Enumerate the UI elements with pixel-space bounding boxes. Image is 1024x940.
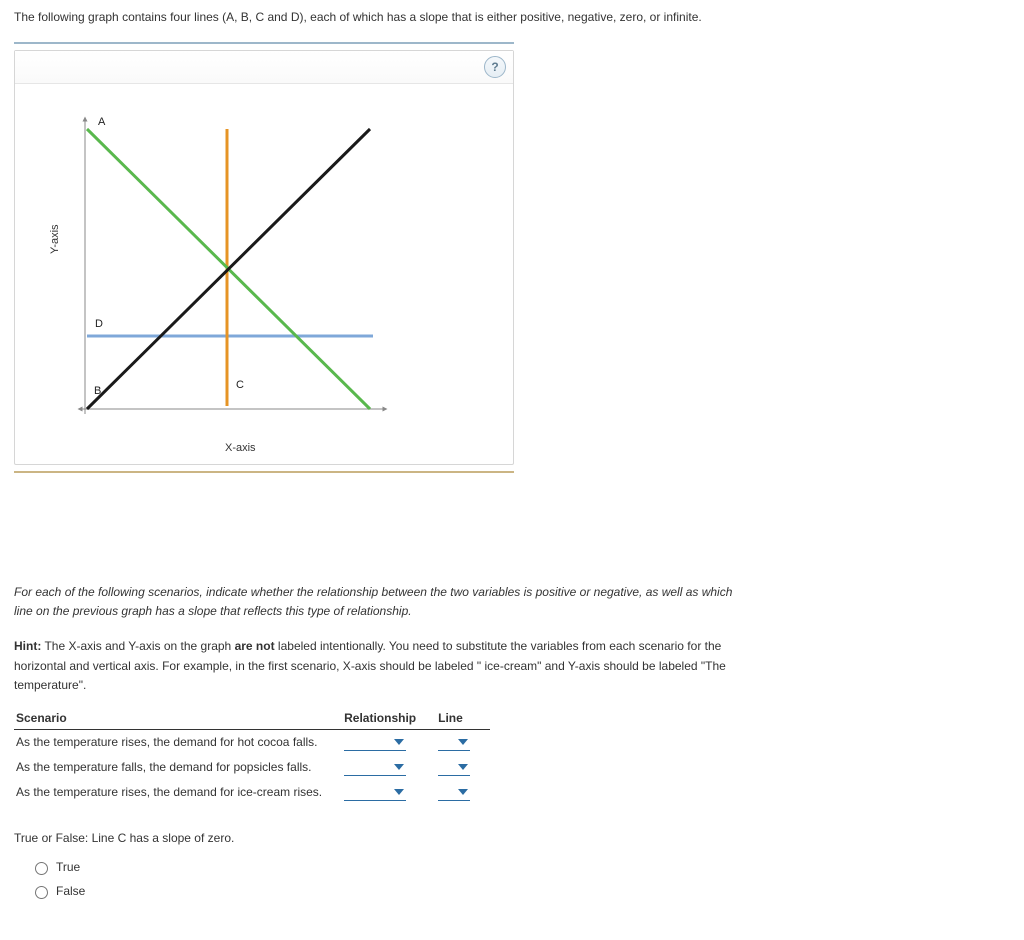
hint-label: Hint: [14, 639, 41, 653]
hint-paragraph: Hint: The X-axis and Y-axis on the graph… [14, 637, 734, 695]
separator-bottom [14, 471, 514, 473]
caret-down-icon [394, 789, 404, 795]
hint-text-1: The X-axis and Y-axis on the graph [41, 639, 234, 653]
graph-panel-header: ? [15, 51, 513, 84]
scenario-cell: As the temperature rises, the demand for… [14, 780, 342, 805]
caret-down-icon [458, 739, 468, 745]
separator-top [14, 42, 514, 44]
col-scenario: Scenario [14, 707, 342, 730]
help-button[interactable]: ? [484, 56, 506, 78]
relationship-dropdown[interactable] [344, 759, 406, 776]
true-label: True [56, 860, 80, 874]
table-row: As the temperature rises, the demand for… [14, 780, 490, 805]
true-option[interactable]: True [30, 859, 734, 875]
caret-down-icon [394, 739, 404, 745]
scenario-cell: As the temperature falls, the demand for… [14, 755, 342, 780]
radio-false[interactable] [35, 886, 48, 899]
intro-text: The following graph contains four lines … [14, 10, 1010, 24]
graph-svg [15, 84, 515, 464]
caret-down-icon [394, 764, 404, 770]
line-dropdown[interactable] [438, 734, 470, 751]
radio-true[interactable] [35, 862, 48, 875]
graph-area: Y-axis X-axis A B C D [15, 84, 513, 464]
false-label: False [56, 884, 85, 898]
line-dropdown[interactable] [438, 759, 470, 776]
relationship-dropdown[interactable] [344, 784, 406, 801]
help-icon: ? [491, 60, 498, 74]
col-line: Line [436, 707, 490, 730]
graph-panel: ? Y-axis X-axis A B C D [14, 50, 514, 465]
scenario-prompt: For each of the following scenarios, ind… [14, 583, 734, 621]
hint-bold: are not [235, 639, 275, 653]
caret-down-icon [458, 789, 468, 795]
true-false-question: True or False: Line C has a slope of zer… [14, 831, 734, 845]
table-row: As the temperature falls, the demand for… [14, 755, 490, 780]
caret-down-icon [458, 764, 468, 770]
line-dropdown[interactable] [438, 784, 470, 801]
table-row: As the temperature rises, the demand for… [14, 729, 490, 755]
scenario-cell: As the temperature rises, the demand for… [14, 729, 342, 755]
false-option[interactable]: False [30, 883, 734, 899]
relationship-dropdown[interactable] [344, 734, 406, 751]
col-relationship: Relationship [342, 707, 436, 730]
scenario-table: Scenario Relationship Line As the temper… [14, 707, 490, 805]
